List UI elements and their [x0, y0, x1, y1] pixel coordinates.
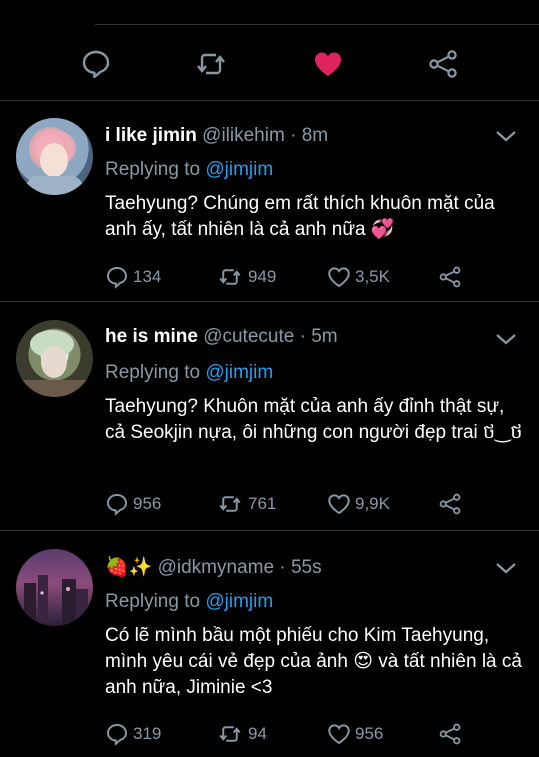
chevron-down-icon[interactable]: [495, 129, 517, 143]
tweet[interactable]: i like jimin @ilikehim · 8m Replying to …: [0, 101, 539, 302]
tweet-header: he is mine @cutecute · 5m: [105, 326, 338, 348]
share-icon[interactable]: [438, 492, 462, 516]
retweet-icon: [219, 726, 241, 742]
retweet-count: 761: [248, 494, 277, 513]
retweet-action[interactable]: 94: [216, 722, 267, 746]
replying-prefix: Replying to: [105, 159, 201, 180]
avatar[interactable]: [16, 549, 93, 626]
like-count: 956: [355, 724, 384, 743]
tweet-text: Taehyung? Khuôn mặt của anh ấy đỉnh thật…: [105, 396, 523, 443]
reply-count: 956: [133, 494, 162, 513]
replying-to: Replying to @jimjim: [105, 159, 273, 181]
reply-action[interactable]: 134: [105, 265, 161, 289]
chevron-down-icon[interactable]: [495, 332, 517, 346]
user-handle[interactable]: @cutecute: [203, 326, 294, 347]
share-icon[interactable]: [427, 48, 459, 80]
tweet-header: 🍓✨ @idkmyname · 55s: [105, 555, 322, 579]
reply-icon: [107, 494, 127, 516]
reply-count: 134: [133, 267, 162, 286]
tweet-text: Taehyung? Chúng em rất thích khuôn mặt c…: [105, 193, 495, 240]
heart-icon: [328, 494, 350, 515]
retweet-icon: [219, 269, 241, 285]
timestamp[interactable]: 5m: [311, 326, 337, 347]
display-name[interactable]: 🍓✨: [105, 557, 152, 578]
retweet-action[interactable]: 761: [216, 492, 276, 516]
replying-prefix: Replying to: [105, 591, 201, 612]
replying-to-link[interactable]: @jimjim: [205, 362, 273, 383]
tweet[interactable]: 🍓✨ @idkmyname · 55s Replying to @jimjim …: [0, 531, 539, 757]
heart-icon: [328, 724, 350, 745]
tweet[interactable]: he is mine @cutecute · 5m Replying to @j…: [0, 302, 539, 531]
reply-action[interactable]: 319: [105, 722, 161, 746]
user-handle[interactable]: @ilikehim: [202, 125, 285, 146]
heart-icon: [328, 267, 350, 288]
avatar[interactable]: [16, 320, 93, 397]
like-action[interactable]: 956: [327, 722, 383, 746]
share-icon[interactable]: [438, 722, 462, 746]
divider: [95, 24, 539, 25]
user-handle[interactable]: @idkmyname: [158, 557, 274, 578]
retweet-count: 94: [248, 724, 267, 743]
reply-action[interactable]: 956: [105, 492, 161, 516]
avatar[interactable]: [16, 118, 93, 195]
like-action[interactable]: 3,5K: [327, 265, 390, 289]
replying-prefix: Replying to: [105, 362, 201, 383]
reply-icon: [107, 724, 127, 746]
parent-tweet-actions: [0, 0, 539, 101]
share-icon[interactable]: [438, 265, 462, 289]
replying-to-link[interactable]: @jimjim: [205, 159, 273, 180]
like-count: 3,5K: [355, 267, 390, 286]
timestamp[interactable]: 55s: [291, 557, 322, 578]
retweet-count: 949: [248, 267, 277, 286]
replying-to-link[interactable]: @jimjim: [205, 591, 273, 612]
separator: ·: [290, 125, 297, 146]
replying-to: Replying to @jimjim: [105, 591, 273, 613]
separator: ·: [279, 557, 286, 578]
timestamp[interactable]: 8m: [302, 125, 328, 146]
replying-to: Replying to @jimjim: [105, 362, 273, 384]
tweet-header: i like jimin @ilikehim · 8m: [105, 125, 328, 147]
reply-icon[interactable]: [80, 48, 112, 80]
heart-filled-icon[interactable]: [312, 48, 344, 80]
display-name[interactable]: i like jimin: [105, 125, 197, 146]
display-name[interactable]: he is mine: [105, 326, 198, 347]
like-count: 9,9K: [355, 494, 390, 513]
retweet-icon: [219, 496, 241, 512]
chevron-down-icon[interactable]: [495, 561, 517, 575]
retweet-icon[interactable]: [195, 48, 227, 80]
tweet-text: Có lẽ mình bầu một phiếu cho Kim Taehyun…: [105, 625, 522, 698]
retweet-action[interactable]: 949: [216, 265, 276, 289]
reply-count: 319: [133, 724, 162, 743]
reply-icon: [107, 267, 127, 289]
like-action[interactable]: 9,9K: [327, 492, 390, 516]
separator: ·: [299, 326, 306, 347]
